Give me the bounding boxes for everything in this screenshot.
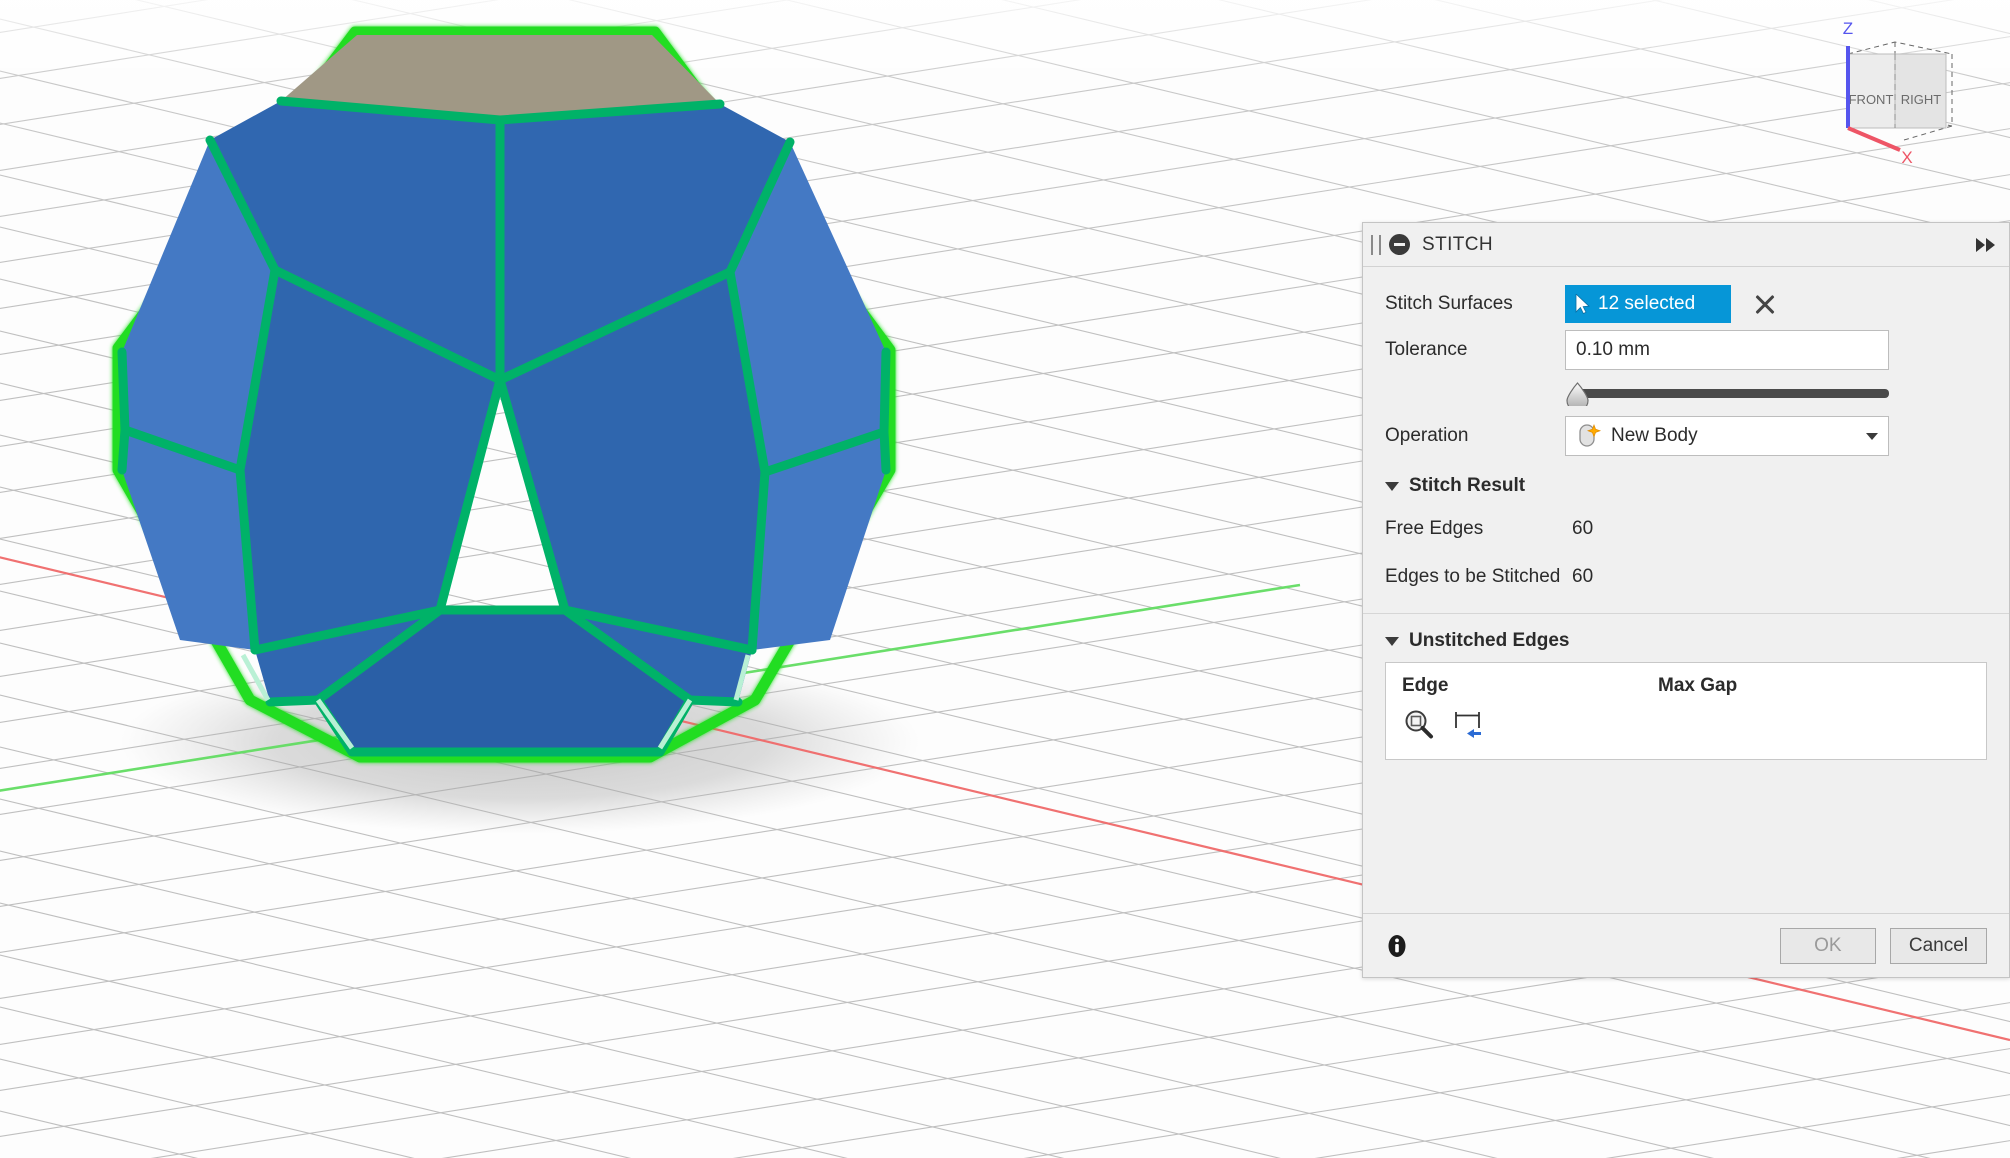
viewcube-face-right[interactable] [1895, 54, 1946, 128]
column-header-max-gap: Max Gap [1658, 675, 1737, 697]
table-header-row: Edge Max Gap [1386, 663, 1986, 697]
operation-dropdown[interactable]: New Body [1565, 416, 1889, 456]
gap-measure-icon[interactable] [1452, 709, 1486, 739]
operation-label: Operation [1385, 425, 1565, 447]
edges-to-be-stitched-value: 60 [1572, 566, 1593, 588]
edges-to-be-stitched-label: Edges to be Stitched [1385, 566, 1572, 588]
viewcube-front-label: FRONT [1849, 92, 1894, 107]
stitch-result-section-header[interactable]: Stitch Result [1385, 475, 1987, 497]
dialog-title: STITCH [1422, 234, 1493, 256]
stitch-surfaces-row: Stitch Surfaces 12 selected [1385, 281, 1987, 327]
ok-button[interactable]: OK [1780, 928, 1876, 964]
stitch-surfaces-label: Stitch Surfaces [1385, 293, 1565, 315]
viewcube-z-label: Z [1843, 19, 1853, 38]
viewcube-x-label: X [1901, 148, 1912, 167]
dialog-footer: OK Cancel [1363, 913, 2009, 977]
tolerance-slider-track[interactable] [1579, 389, 1889, 398]
triangle-down-icon [1385, 482, 1399, 491]
free-edges-row: Free Edges 60 [1385, 505, 1987, 553]
info-icon[interactable] [1385, 934, 1409, 958]
viewcube-right-label: RIGHT [1901, 92, 1942, 107]
free-edges-value: 60 [1572, 518, 1593, 540]
chevron-down-icon [1866, 433, 1878, 440]
dialog-header[interactable]: STITCH [1363, 223, 2009, 267]
unstitched-edges-table[interactable]: Edge Max Gap [1385, 662, 1987, 760]
free-edges-label: Free Edges [1385, 518, 1572, 540]
table-toolbar [1386, 697, 1986, 739]
drag-grip-icon[interactable] [1371, 235, 1381, 255]
operation-value: New Body [1611, 425, 1698, 447]
stitch-dialog[interactable]: STITCH Stitch Surfaces 12 selected Toler… [1362, 222, 2010, 978]
tolerance-input[interactable] [1565, 330, 1889, 370]
new-body-icon [1576, 423, 1602, 449]
tolerance-row: Tolerance [1385, 327, 1987, 373]
cancel-button[interactable]: Cancel [1890, 928, 1987, 964]
stitch-result-title: Stitch Result [1409, 475, 1525, 497]
edges-to-be-stitched-row: Edges to be Stitched 60 [1385, 553, 1987, 601]
view-cube[interactable]: FRONT RIGHT Z X [1800, 10, 2000, 170]
section-divider [1363, 613, 2009, 614]
unstitched-edges-section-header[interactable]: Unstitched Edges [1385, 630, 1987, 652]
arrow-cursor-icon [1575, 294, 1590, 314]
tolerance-slider-row [1385, 373, 1987, 413]
column-header-edge: Edge [1402, 675, 1658, 697]
close-x-icon[interactable] [1753, 292, 1777, 316]
tolerance-slider-thumb[interactable] [1565, 382, 1590, 406]
operation-row: Operation New Body [1385, 413, 1987, 459]
stitch-surfaces-select-button[interactable]: 12 selected [1565, 285, 1731, 323]
stitch-surfaces-count: 12 selected [1598, 293, 1695, 315]
double-chevron-right-icon[interactable] [1976, 238, 1995, 252]
unstitched-edges-title: Unstitched Edges [1409, 630, 1569, 652]
viewcube-x-axis [1848, 128, 1900, 150]
magnifier-zoom-icon[interactable] [1402, 709, 1436, 739]
minus-circle-icon[interactable] [1389, 234, 1410, 255]
tolerance-label: Tolerance [1385, 339, 1565, 361]
viewcube-face-front[interactable] [1848, 54, 1895, 128]
triangle-down-icon [1385, 637, 1399, 646]
